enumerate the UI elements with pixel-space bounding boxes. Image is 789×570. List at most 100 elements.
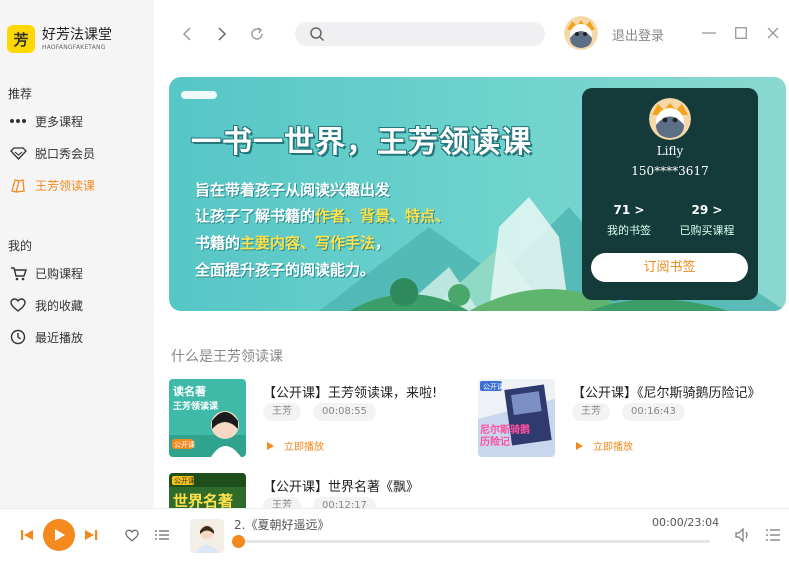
back-button[interactable] [177,24,197,44]
sidebar-item-recent[interactable]: 最近播放 [8,327,83,347]
play-icon [55,529,65,541]
favorite-button[interactable] [123,526,141,544]
list-icon [155,530,169,540]
course-duration-tag: 00:08:55 [313,403,376,421]
search-icon [310,27,325,42]
banner-line-3-text: 书籍的 [195,234,241,252]
my-bookmarks-stat[interactable]: 71 > 我的书签 [589,203,669,238]
course-thumbnail: 读名著 王芳领读课 公开课 [169,379,246,457]
course-author-tag: 王芳 [572,403,610,421]
sidebar-item-purchased[interactable]: 已购课程 [8,263,83,283]
sidebar-item-wangfang-reading[interactable]: 王芳领读课 [8,175,95,195]
course-thumbnail: 公开课 世界名著 [169,473,246,508]
banner-line-2: 让孩子了解书籍的作者、背景、特点、 [195,205,450,226]
course-author-tag: 王芳 [263,497,301,508]
sidebar: 芳 好芳法课堂 HAOFANGFAKETANG 推荐 更多课程 脱口秀会员 王芳… [0,0,154,508]
minimize-button[interactable] [700,24,718,42]
sidebar-item-talkshow-vip[interactable]: 脱口秀会员 [8,143,95,163]
course-duration-tag: 00:16:43 [622,403,685,421]
sidebar-item-label: 已购课程 [35,266,84,281]
cart-icon [8,265,28,281]
close-button[interactable] [764,24,782,42]
next-icon [85,530,98,540]
banner-line-3-tail: ， [375,234,391,252]
sidebar-item-label: 脱口秀会员 [35,146,96,161]
thumbnail-badge: 公开课 [483,383,504,391]
brand[interactable]: 芳 好芳法课堂 HAOFANGFAKETANG [7,25,112,53]
sidebar-item-more-courses[interactable]: 更多课程 [8,111,83,131]
banner-line-3: 书籍的主要内容、写作手法， [195,232,390,253]
play-icon [576,441,583,450]
queue-button[interactable] [763,525,783,545]
thumbnail-title: 尼尔斯骑鹅历险记 [480,425,530,448]
next-track-button[interactable] [82,526,100,544]
previous-icon [21,530,33,540]
sidebar-item-favorites[interactable]: 我的收藏 [8,295,83,315]
thumbnail-badge: 公开课 [174,441,195,449]
volume-button[interactable] [733,525,753,545]
track-time: 00:00/23:04 [652,516,720,529]
sidebar-item-label: 更多课程 [35,114,84,129]
close-icon [767,27,779,39]
play-now-link[interactable]: 立即播放 [574,438,633,453]
course-duration-tag: 00:12:17 [313,497,376,508]
banner-line-2-text: 让孩子了解书籍的 [195,207,316,225]
subscribe-bookmark-button[interactable]: 订阅书签 [591,253,748,282]
search-input[interactable] [295,22,545,46]
sidebar-item-label: 王芳领读课 [35,178,96,193]
brand-logo: 芳 [7,25,35,53]
volume-icon [735,528,748,542]
course-card[interactable]: 公开课 世界名著 【公开课】世界名著《飘》 王芳 00:12:17 [169,473,469,508]
more-dots-icon [8,113,28,129]
play-now-label: 立即播放 [593,442,633,453]
banner-title: 一书一世界，王芳领读课 [191,125,532,160]
refresh-button[interactable] [247,24,267,44]
brand-name: 好芳法课堂 [42,26,112,43]
play-icon [267,441,274,450]
course-thumbnail: 公开课 尼尔斯骑鹅历险记 [478,379,555,457]
mine-section-title: 我的 [8,239,33,253]
purchased-courses-stat[interactable]: 29 > 已购买课程 [667,203,747,238]
profile-username: Lifly [656,144,684,158]
player-bar: 2.《夏朝好遥远》 00:00/23:04 [0,508,789,570]
recommend-section-title: 推荐 [8,87,33,101]
banner-line-2-highlight: 作者、背景、特点、 [315,207,451,225]
banner-line-3-highlight: 主要内容、写作手法 [240,234,376,252]
playlist-button[interactable] [153,526,171,544]
thumbnail-title: 世界名著 [173,492,234,508]
course-author-tag: 王芳 [263,403,301,421]
progress-bar[interactable] [232,535,710,548]
play-now-link[interactable]: 立即播放 [265,438,324,453]
course-card[interactable]: 公开课 尼尔斯骑鹅历险记 【公开课】《尼尔斯骑鹅历险记》 王芳 00:16:43… [478,379,778,457]
banner-line-1: 旨在带着孩子从阅读兴趣出发 [195,181,391,199]
book-icon [8,177,28,193]
play-now-label: 立即播放 [284,442,324,453]
thumbnail-subtitle: 王芳领读课 [173,402,219,412]
profile-phone: 150****3617 [631,164,709,178]
profile-avatar[interactable] [649,98,691,140]
track-thumbnail [190,519,224,553]
avatar[interactable] [564,16,598,50]
profile-card: Lifly 150****3617 71 > 我的书签 29 > 已购买课程 订… [582,88,758,300]
queue-icon [766,529,780,541]
forward-button[interactable] [212,24,232,44]
maximize-button[interactable] [732,24,750,42]
maximize-icon [735,27,747,39]
diamond-icon [8,145,28,161]
heart-icon [8,297,28,313]
progress-handle[interactable] [232,535,245,548]
minimize-icon [702,32,716,34]
previous-track-button[interactable] [18,526,36,544]
track-title: 2.《夏朝好遥远》 [234,518,330,532]
clock-icon [8,329,28,345]
bookmarks-label: 我的书签 [607,224,651,237]
course-card[interactable]: 读名著 王芳领读课 公开课 【公开课】王芳领读课，来啦! 王芳 00:08:55… [169,379,469,457]
banner-deco-bar [181,91,217,99]
logout-button[interactable]: 退出登录 [612,25,664,44]
thumbnail-badge: 公开课 [174,477,195,485]
course-title: 【公开课】世界名著《飘》 [263,480,420,495]
heart-icon [125,529,139,542]
play-pause-button[interactable] [43,519,75,551]
brand-pinyin: HAOFANGFAKETANG [42,43,106,51]
bookmarks-count: 71 > [613,203,645,217]
